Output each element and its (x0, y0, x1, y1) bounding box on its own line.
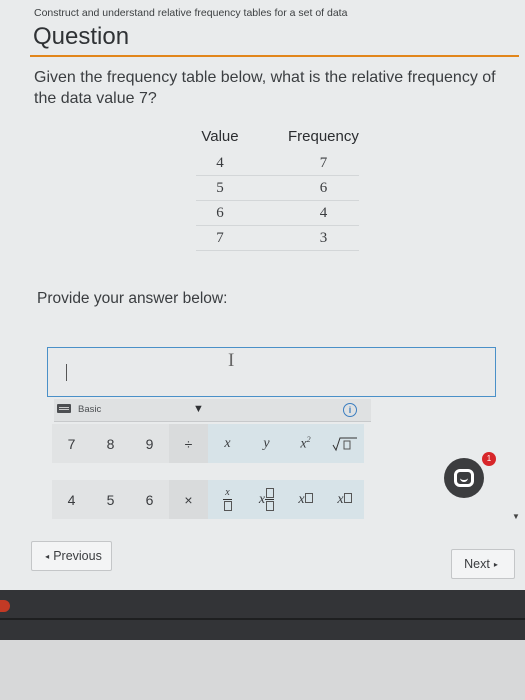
header-value: Value (201, 128, 239, 145)
notification-badge: 1 (482, 452, 496, 466)
cell-value: 6 (196, 200, 244, 226)
key-4[interactable]: 4 (52, 480, 91, 519)
key-x-squared[interactable]: x2 (286, 424, 325, 463)
table-row: 4 7 (196, 151, 359, 176)
question-text: Given the frequency table below, what is… (34, 69, 496, 107)
title-divider (30, 55, 519, 57)
keyboard-icon (57, 404, 71, 413)
text-caret (66, 364, 67, 381)
mouse-cursor-icon: I (228, 350, 235, 371)
cell-value: 7 (196, 225, 244, 251)
screen: Construct and understand relative freque… (0, 0, 525, 590)
key-8[interactable]: 8 (91, 424, 130, 463)
table-row: 6 4 (196, 200, 359, 226)
cell-frequency: 3 (288, 225, 359, 251)
bezel-edge (0, 618, 525, 620)
cell-value: 4 (196, 151, 244, 176)
header-frequency: Frequency (288, 128, 359, 145)
answer-input[interactable] (47, 347, 496, 397)
cell-frequency: 7 (288, 151, 359, 176)
key-multiply[interactable]: × (169, 480, 208, 519)
info-icon[interactable]: i (343, 403, 357, 417)
desk-surface (0, 640, 525, 700)
answer-prompt: Provide your answer below: (37, 290, 228, 307)
chevron-right-icon: ▸ (493, 559, 498, 569)
previous-button[interactable]: ◂ Previous (31, 541, 112, 571)
key-x[interactable]: x (208, 424, 247, 463)
key-6[interactable]: 6 (130, 480, 169, 519)
key-square-root[interactable] (325, 424, 364, 463)
frequency-table: Value Frequency 4 7 5 6 6 4 7 3 (196, 128, 359, 251)
table-row: 5 6 (196, 175, 359, 201)
cell-frequency: 6 (288, 175, 359, 201)
key-divide[interactable]: ÷ (169, 424, 208, 463)
square-root-icon (332, 437, 357, 451)
key-7[interactable]: 7 (52, 424, 91, 463)
key-exponent[interactable]: x (286, 480, 325, 519)
table-row: 7 3 (196, 225, 359, 251)
cell-value: 5 (196, 175, 244, 201)
scroll-down-icon[interactable]: ▼ (512, 512, 520, 521)
chat-icon (454, 469, 474, 487)
chat-button[interactable] (444, 458, 484, 498)
key-5[interactable]: 5 (91, 480, 130, 519)
topic-label: Construct and understand relative freque… (34, 7, 348, 19)
key-subscript[interactable]: x (325, 480, 364, 519)
keyboard-mode-select[interactable]: Basic ▼ (54, 399, 371, 422)
next-button[interactable]: Next ▸ (451, 549, 515, 579)
chevron-down-icon: ▼ (193, 403, 204, 415)
page-title: Question (33, 23, 130, 50)
key-fraction[interactable]: x (208, 480, 247, 519)
key-y[interactable]: y (247, 424, 286, 463)
key-mixed-fraction[interactable]: x (247, 480, 286, 519)
chevron-left-icon: ◂ (45, 551, 50, 561)
keyboard-mode-label: Basic (78, 404, 102, 415)
cell-frequency: 4 (288, 200, 359, 226)
key-9[interactable]: 9 (130, 424, 169, 463)
